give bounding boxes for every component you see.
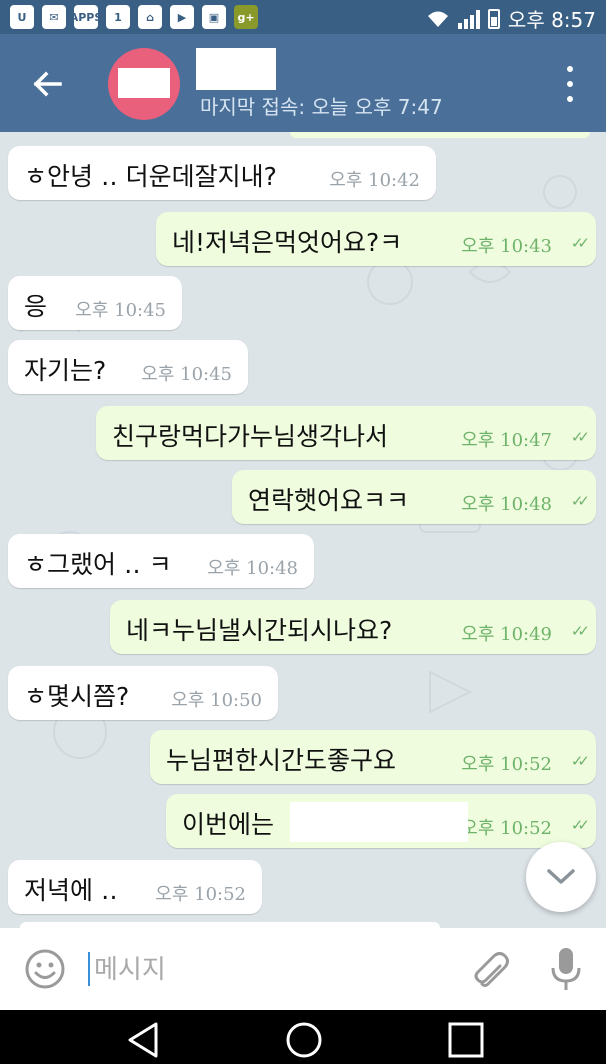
- message-time: 오후 10:52: [461, 754, 552, 775]
- signal-icon: [457, 9, 480, 29]
- message-bubble[interactable]: 네!저녁은먹엇어요?ㅋ 오후 10:43 ✓✓: [156, 212, 596, 266]
- status-bar: U ✉ APPS 1 ⌂ ▶ ▣ g+ 오후 8:57: [0, 0, 606, 34]
- message-time: 오후 10:48: [461, 494, 552, 515]
- message-bubble[interactable]: 연락햇어요ㅋㅋ 오후 10:48 ✓✓: [232, 470, 596, 524]
- app-u-icon: U: [10, 5, 34, 29]
- mail-icon: ✉: [42, 5, 66, 29]
- chevron-down-icon: [547, 869, 575, 884]
- message-bubble[interactable]: 네ㅋ누님낼시간되시나요? 오후 10:49 ✓✓: [110, 600, 596, 654]
- message-time: 오후 10:50: [171, 690, 262, 711]
- message-text: 네!저녁은먹엇어요?ㅋ: [172, 228, 403, 257]
- message-text: ㅎ그랬어 ‥ ㅋ: [24, 550, 172, 579]
- message-time: 오후 10:45: [75, 300, 166, 321]
- emoji-icon[interactable]: [24, 948, 66, 990]
- message-bubble[interactable]: 자기는? 오후 10:45: [8, 340, 248, 394]
- notification-icons: U ✉ APPS 1 ⌂ ▶ ▣ g+: [10, 5, 258, 29]
- battery-icon: [487, 8, 500, 29]
- message-text: 자기는?: [24, 356, 107, 385]
- app-one-icon: 1: [106, 5, 130, 29]
- apps-icon: APPS: [70, 5, 102, 29]
- microphone-icon[interactable]: [548, 946, 584, 992]
- message-time: 오후 10:52: [461, 818, 552, 839]
- wifi-icon: [427, 11, 448, 27]
- read-check-icon: ✓✓: [570, 816, 590, 834]
- message-text: 응: [24, 292, 48, 321]
- google-plus-icon: g+: [234, 5, 258, 29]
- nav-home-icon[interactable]: [284, 1020, 324, 1060]
- chat-header: 마지막 접속: 오늘 오후 7:47: [0, 34, 606, 132]
- read-check-icon: ✓✓: [570, 752, 590, 770]
- home-app-icon: ⌂: [138, 5, 162, 29]
- back-arrow-icon[interactable]: [28, 64, 68, 104]
- clock: 오후 8:57: [507, 8, 596, 32]
- message-text: 이번에는: [182, 810, 275, 839]
- message-bubble[interactable]: ㅎ안녕 ‥ 더운데잘지내? 오후 10:42: [8, 146, 436, 200]
- message-bubble[interactable]: ㅎ그랬어 ‥ ㅋ 오후 10:48: [8, 534, 314, 588]
- scroll-down-button[interactable]: [526, 842, 596, 912]
- previous-message-stub: [290, 132, 590, 138]
- message-time: 오후 10:52: [155, 884, 246, 905]
- message-time: 오후 10:47: [461, 430, 552, 451]
- message-bubble[interactable]: 저녁에 ‥ 오후 10:52: [8, 860, 262, 914]
- nav-back-icon[interactable]: [124, 1020, 164, 1060]
- last-seen-status: 마지막 접속: 오늘 오후 7:47: [200, 95, 443, 119]
- text-cursor: [88, 952, 90, 986]
- play-icon: ▶: [170, 5, 194, 29]
- message-bubble[interactable]: 누님편한시간도좋구요 오후 10:52 ✓✓: [150, 730, 596, 784]
- message-composer: [0, 928, 606, 1010]
- message-redaction: [290, 802, 468, 842]
- avatar-redaction: [118, 68, 170, 98]
- attach-paperclip-icon[interactable]: [468, 948, 510, 990]
- read-check-icon: ✓✓: [570, 234, 590, 252]
- message-bubble[interactable]: 응 오후 10:45: [8, 276, 182, 330]
- nav-recents-icon[interactable]: [446, 1020, 486, 1060]
- message-time: 오후 10:48: [207, 558, 298, 579]
- message-text: 저녁에 ‥: [24, 876, 118, 905]
- status-right: 오후 8:57: [426, 4, 596, 33]
- message-text: 친구랑먹다가누님생각나서: [112, 422, 389, 451]
- contact-name-redaction[interactable]: [196, 48, 276, 90]
- message-bubble[interactable]: 친구랑먹다가누님생각나서 오후 10:47 ✓✓: [96, 406, 596, 460]
- message-text: 연락햇어요ㅋㅋ: [248, 486, 410, 515]
- message-text: 네ㅋ누님낼시간되시나요?: [126, 616, 393, 645]
- shopping-bag-icon: ▣: [202, 5, 226, 29]
- message-time: 오후 10:42: [329, 170, 420, 191]
- message-text: ㅎ몇시쯤?: [24, 682, 130, 711]
- message-time: 오후 10:45: [141, 364, 232, 385]
- message-time: 오후 10:43: [461, 236, 552, 257]
- message-text: 누님편한시간도좋구요: [166, 746, 397, 775]
- read-check-icon: ✓✓: [570, 492, 590, 510]
- message-time: 오후 10:49: [461, 624, 552, 645]
- system-nav-bar: [0, 1010, 606, 1064]
- message-input[interactable]: [92, 948, 436, 992]
- read-check-icon: ✓✓: [570, 428, 590, 446]
- message-text: ㅎ안녕 ‥ 더운데잘지내?: [24, 162, 277, 191]
- more-menu-icon[interactable]: [560, 66, 580, 102]
- message-bubble[interactable]: ㅎ몇시쯤? 오후 10:50: [8, 666, 278, 720]
- read-check-icon: ✓✓: [570, 622, 590, 640]
